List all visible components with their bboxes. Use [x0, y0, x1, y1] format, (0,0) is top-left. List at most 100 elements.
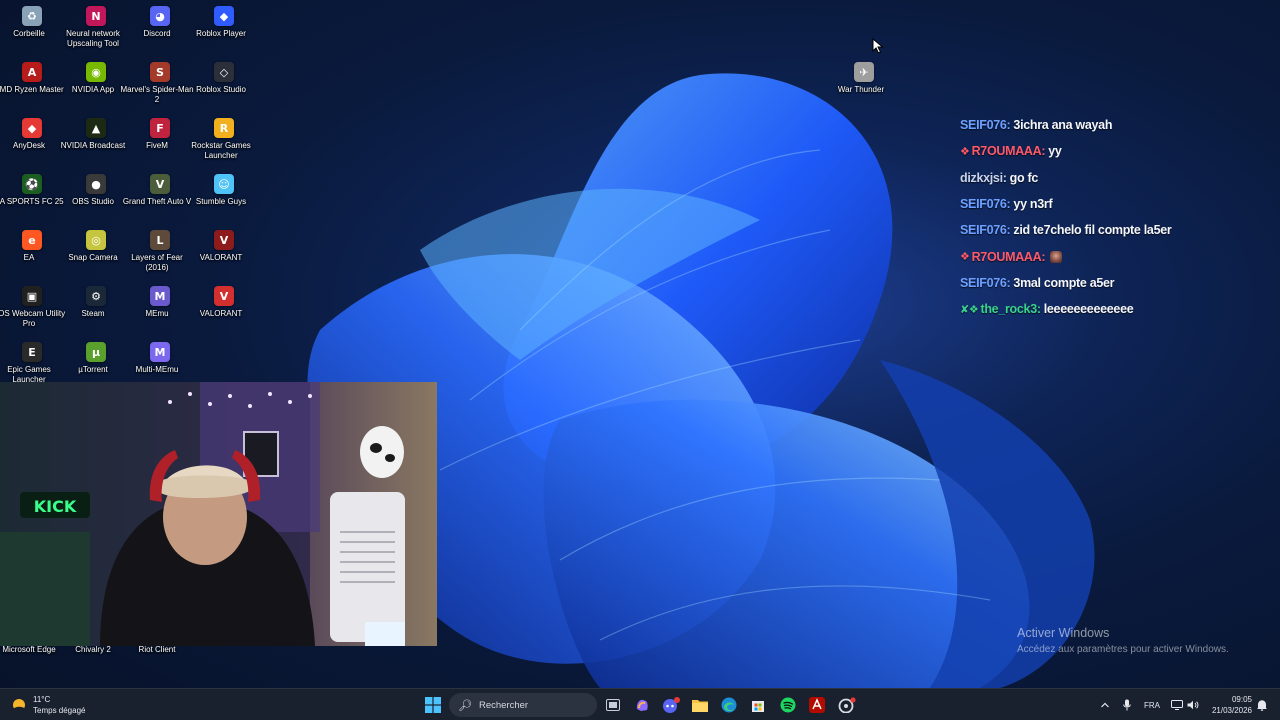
tray-language[interactable]: FRA	[1142, 689, 1162, 720]
discord-icon	[663, 697, 680, 713]
taskbar-obs[interactable]	[835, 694, 859, 716]
weather-widget[interactable]: 11°C Temps dégagé	[10, 694, 85, 716]
roblox-studio-icon: ◇	[214, 62, 234, 82]
tray-microphone[interactable]	[1120, 689, 1134, 720]
chat-separator: :	[1006, 197, 1011, 212]
store-icon	[752, 701, 764, 712]
acrobat-icon	[809, 697, 825, 713]
chat-badge-icon: ✘❖	[960, 303, 979, 316]
desktop-icon-valorant[interactable]: V VALORANT	[192, 224, 256, 280]
desktop-icon-stumble-guys[interactable]: ☺ Stumble Guys	[192, 168, 256, 224]
desktop-icon-nvidia-broadcast[interactable]: ▲ NVIDIA Broadcast	[61, 112, 128, 168]
neural-upscaler-icon: N	[86, 6, 106, 26]
tray-volume[interactable]	[1186, 689, 1200, 720]
chat-text: yy	[1048, 144, 1062, 159]
desktop-icon-discord[interactable]: ◕ Discord	[128, 0, 192, 56]
taskbar-search-box[interactable]: 🔎︎ Rechercher	[449, 693, 597, 717]
desktop-icon-label: Riot Client	[138, 645, 176, 654]
task-view-icon	[606, 699, 620, 711]
rockstar-icon: R	[214, 118, 234, 138]
activate-windows-subtitle: Accédez aux paramètres pour activer Wind…	[1017, 644, 1229, 655]
roblox-player-icon: ◆	[214, 6, 234, 26]
desktop-icon-grand-theft-auto-v[interactable]: V Grand Theft Auto V	[123, 168, 192, 224]
chat-username: SEIF076	[960, 223, 1007, 238]
desktop-icon-valorant[interactable]: V VALORANT	[192, 280, 256, 336]
desktop-icon-roblox-player[interactable]: ◆ Roblox Player	[192, 0, 256, 56]
desktop-icon-ea-sports-fc-25[interactable]: ⚽ EA SPORTS FC 25	[0, 168, 64, 224]
desktop-icon-amd-ryzen-master[interactable]: A AMD Ryzen Master	[0, 56, 64, 112]
chat-separator: :	[1006, 118, 1011, 133]
taskbar-copilot[interactable]	[630, 694, 654, 716]
chat-badge-icon: ❖	[960, 251, 970, 264]
desktop-icon-war-thunder[interactable]: ✈ War Thunder	[832, 56, 896, 112]
desktop-icon-eos-webcam-utility-pro[interactable]: ▣ EOS Webcam Utility Pro	[0, 280, 65, 336]
desktop-icon-label: VALORANT	[199, 309, 243, 318]
chat-text: yy n3rf	[1013, 197, 1053, 212]
desktop-icon-rockstar-games-launcher[interactable]: R Rockstar Games Launcher	[191, 112, 256, 168]
search-placeholder: Rechercher	[478, 699, 529, 711]
taskbar-spotify[interactable]	[776, 694, 800, 716]
desktop-icon-memu[interactable]: M MEmu	[128, 280, 192, 336]
clock-time: 09:05	[1231, 695, 1252, 704]
desktop-icon-label: Stumble Guys	[195, 197, 247, 206]
desktop-icon-steam[interactable]: ⚙ Steam	[64, 280, 128, 336]
chat-message: SEIF076: zid te7chelo fil compte la5er	[960, 217, 1260, 243]
desktop-icon-label: VALORANT	[199, 253, 243, 262]
desktop-icon-layers-of-fear-2016[interactable]: L Layers of Fear (2016)	[128, 224, 192, 280]
desktop-icon-neural-network-upscaling-tool[interactable]: N Neural network Upscaling Tool	[64, 0, 128, 56]
memu-icon: M	[150, 286, 170, 306]
chat-message: ✘❖ the_rock3: leeeeeeeeeeeee	[960, 296, 1260, 322]
microphone-icon	[1123, 699, 1131, 711]
desktop-icon-label: Roblox Studio	[196, 85, 246, 94]
chat-message: SEIF076:3mal compte a5er	[960, 270, 1260, 296]
taskbar-file-explorer[interactable]	[688, 694, 712, 716]
nvidia-broadcast-icon: ▲	[86, 118, 106, 138]
desktop-icon-roblox-studio[interactable]: ◇ Roblox Studio	[192, 56, 256, 112]
desktop-icon-anydesk[interactable]: ◆ AnyDesk	[0, 112, 64, 168]
tray-network[interactable]	[1170, 689, 1184, 720]
ea-icon: e	[22, 230, 42, 250]
chat-username: R7OUMAAA	[971, 249, 1042, 264]
amd-ryzen-master-icon: A	[22, 62, 42, 82]
discord-icon: ◕	[150, 6, 170, 26]
notification-bell-icon	[1257, 700, 1267, 711]
taskbar-edge[interactable]	[717, 694, 741, 716]
chat-message: ❖ R7OUMAAA: yy	[960, 138, 1260, 164]
gta-icon: V	[150, 174, 170, 194]
desktop-icon-obs-studio[interactable]: ● OBS Studio	[64, 168, 128, 224]
clock-date: 21/03/2026	[1211, 706, 1252, 715]
chat-message: dizkxjsi: go fc	[960, 165, 1260, 191]
chat-separator: :	[1006, 223, 1011, 238]
start-button[interactable]	[421, 694, 445, 716]
desktop-icon-label: Multi-MEmu	[135, 365, 179, 374]
chat-username: R7OUMAAA	[971, 144, 1042, 159]
desktop-icon-label: Roblox Player	[196, 29, 246, 38]
chat-username: SEIF076	[960, 197, 1007, 212]
taskbar-acrobat[interactable]	[805, 694, 829, 716]
chat-badge-icon: ❖	[960, 145, 970, 158]
desktop-icon-marvel-s-spider-man-2[interactable]: S Marvel's Spider-Man 2	[120, 56, 194, 112]
tray-notifications[interactable]	[1254, 689, 1270, 720]
taskbar-discord[interactable]	[659, 694, 683, 716]
chat-separator: :	[1002, 170, 1007, 185]
chat-text: 3mal compte a5er	[1013, 275, 1115, 290]
chat-emote-icon	[1050, 250, 1063, 263]
utorrent-icon: µ	[86, 342, 106, 362]
desktop-icon-ea[interactable]: e EA	[0, 224, 64, 280]
chat-separator: :	[1041, 249, 1046, 264]
tray-overflow-chevron[interactable]	[1098, 689, 1112, 720]
taskbar-store[interactable]	[746, 694, 770, 716]
spider-man-icon: S	[150, 62, 170, 82]
activate-windows-title: Activer Windows	[1017, 626, 1110, 640]
edge-icon	[721, 697, 737, 713]
taskbar-clock[interactable]: 09:05 21/03/2026	[1212, 694, 1252, 716]
chat-text: 3ichra ana wayah	[1013, 118, 1113, 133]
chat-username: the_rock3	[980, 302, 1037, 317]
multi-memu-icon: M	[150, 342, 170, 362]
taskbar-task-view[interactable]	[601, 694, 625, 716]
chat-separator: :	[1036, 302, 1041, 317]
chat-separator: :	[1006, 275, 1011, 290]
svg-text:KICK: KICK	[34, 497, 77, 516]
chat-text: go fc	[1009, 170, 1039, 185]
eos-webcam-icon: ▣	[22, 286, 42, 306]
